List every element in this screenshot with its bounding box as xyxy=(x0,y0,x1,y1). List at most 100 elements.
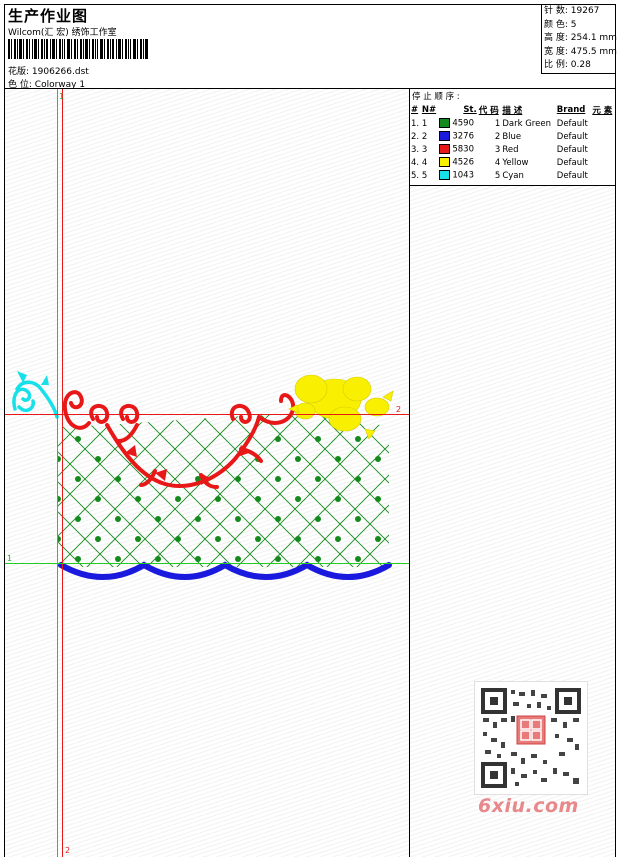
cell-needle: 5 xyxy=(421,169,438,182)
cell-stitches: 4526 xyxy=(438,156,477,169)
sheet-title: 生产作业图 xyxy=(8,7,89,25)
green-net xyxy=(57,414,389,567)
yellow-flower xyxy=(288,374,394,440)
cell-description-text: Cyan xyxy=(502,170,524,181)
cell-needle: 1 xyxy=(421,117,438,130)
col-needle: N# xyxy=(421,105,437,115)
guide-label-v2: 2 xyxy=(65,846,70,855)
cell-code: 4 xyxy=(478,156,502,169)
production-sheet: 生产作业图 Wilcom(汇 宏) 绣饰工作室 花版: 1906266.dst … xyxy=(4,4,617,857)
qr-code-icon xyxy=(481,688,581,788)
cell-code: 1 xyxy=(478,117,502,130)
cell-needle: 4 xyxy=(421,156,438,169)
cell-index-text: 2. xyxy=(411,131,420,142)
guide-label-h1: 1 xyxy=(7,554,12,563)
barcode-icon xyxy=(8,39,148,59)
cell-stitches-text: 4526 xyxy=(452,157,474,168)
cell-brand-text: Default xyxy=(556,131,588,142)
stop-sequence-box: 停 止 顺 序 : # N# St. 代 码 描 述 Brand 元 素 1. 1… xyxy=(410,89,615,186)
stats-box: 针 数: 19267 颜 色: 5 高 度: 254.1 mm 宽 度: 475… xyxy=(541,5,617,74)
guide-label-v1: 1 xyxy=(59,92,64,101)
color-swatch xyxy=(439,118,451,129)
pattern-label: 花版: xyxy=(8,67,30,77)
cyan-scroll xyxy=(12,380,59,419)
cell-code-text: 5 xyxy=(494,170,501,181)
col-index: # xyxy=(411,105,419,115)
cell-description: Dark Green xyxy=(501,117,555,130)
cell-description: Cyan xyxy=(501,169,555,182)
stop-sequence-table: # N# St. 代 码 描 述 Brand 元 素 1. 1 4590 1 Dark … xyxy=(410,103,615,182)
cell-brand-text: Default xyxy=(556,144,588,155)
color-swatch xyxy=(439,157,451,168)
cell-description: Yellow xyxy=(501,156,555,169)
stop-sequence-title: 停 止 顺 序 : xyxy=(412,92,460,102)
cell-description-text: Red xyxy=(502,144,519,155)
cell-element xyxy=(591,143,615,156)
cell-code: 2 xyxy=(478,130,502,143)
cell-brand-text: Default xyxy=(556,157,588,168)
cell-description: Blue xyxy=(501,130,555,143)
cell-code-text: 4 xyxy=(494,157,501,168)
cell-description: Red xyxy=(501,143,555,156)
cell-needle: 3 xyxy=(421,143,438,156)
green-net-dots xyxy=(57,436,381,562)
cell-code-text: 3 xyxy=(494,144,501,155)
stat-stitches: 针 数: 19267 xyxy=(544,6,600,16)
cell-stitches: 4590 xyxy=(438,117,477,130)
stat-width: 宽 度: 475.5 mm xyxy=(544,46,617,57)
stat-scale: 比 例: 0.28 xyxy=(544,60,591,70)
cell-element xyxy=(591,156,615,169)
col-stitches: St. xyxy=(463,105,477,115)
cell-stitches: 5830 xyxy=(438,143,477,156)
cell-code-text: 2 xyxy=(494,131,501,142)
cell-stitches-text: 4590 xyxy=(452,118,474,129)
blue-scallop-border xyxy=(58,561,392,580)
cell-element xyxy=(591,169,615,182)
pattern-file: 花版: 1906266.dst xyxy=(8,64,89,77)
color-swatch xyxy=(439,170,451,181)
pattern-value: 1906266.dst xyxy=(31,67,89,77)
table-header: # N# St. 代 码 描 述 Brand 元 素 xyxy=(410,103,615,117)
cell-element xyxy=(591,130,615,143)
cell-needle-text: 5 xyxy=(421,170,428,181)
design-preview[interactable]: 1 2 1 2 xyxy=(5,89,410,857)
cell-brand: Default xyxy=(556,169,592,182)
guide-label-h2: 2 xyxy=(396,405,401,414)
cell-code: 5 xyxy=(478,169,502,182)
cell-stitches-text: 3276 xyxy=(452,131,474,142)
cell-index-text: 5. xyxy=(411,170,420,181)
stat-height: 高 度: 254.1 mm xyxy=(544,33,617,43)
cell-stitches-text: 1043 xyxy=(452,170,474,181)
table-row: 1. 1 4590 1 Dark Green Default xyxy=(410,117,615,130)
col-brand: Brand xyxy=(556,105,586,115)
cell-stitches: 3276 xyxy=(438,130,477,143)
color-swatch xyxy=(439,144,451,155)
company-name: Wilcom(汇 宏) 绣饰工作室 xyxy=(8,28,117,38)
cell-needle-text: 2 xyxy=(421,131,428,142)
cell-stitches-text: 5830 xyxy=(452,144,474,155)
cell-index: 5. xyxy=(410,169,421,182)
col-element: 元 素 xyxy=(592,106,613,116)
table-row: 4. 4 4526 4 Yellow Default xyxy=(410,156,615,169)
cell-needle: 2 xyxy=(421,130,438,143)
cell-element xyxy=(591,117,615,130)
stat-colors: 颜 色: 5 xyxy=(544,19,577,30)
table-row: 5. 5 1043 5 Cyan Default xyxy=(410,169,615,182)
cell-index-text: 3. xyxy=(411,144,420,155)
col-code: 代 码 xyxy=(478,106,499,116)
watermark-logo: 6xiu.com xyxy=(478,795,579,817)
cell-index: 4. xyxy=(410,156,421,169)
embroidery-design: 1 2 1 2 xyxy=(5,89,409,857)
sheet-header: 生产作业图 Wilcom(汇 宏) 绣饰工作室 花版: 1906266.dst … xyxy=(5,5,617,90)
cell-needle-text: 3 xyxy=(421,144,428,155)
cell-index: 2. xyxy=(410,130,421,143)
cell-description-text: Dark Green xyxy=(502,118,551,129)
cell-description-text: Blue xyxy=(502,131,522,142)
qr-code xyxy=(474,681,588,795)
cell-index-text: 4. xyxy=(411,157,420,168)
cell-brand: Default xyxy=(556,117,592,130)
table-row: 3. 3 5830 3 Red Default xyxy=(410,143,615,156)
cell-brand-text: Default xyxy=(556,170,588,181)
cell-stitches: 1043 xyxy=(438,169,477,182)
cell-needle-text: 1 xyxy=(421,118,428,129)
